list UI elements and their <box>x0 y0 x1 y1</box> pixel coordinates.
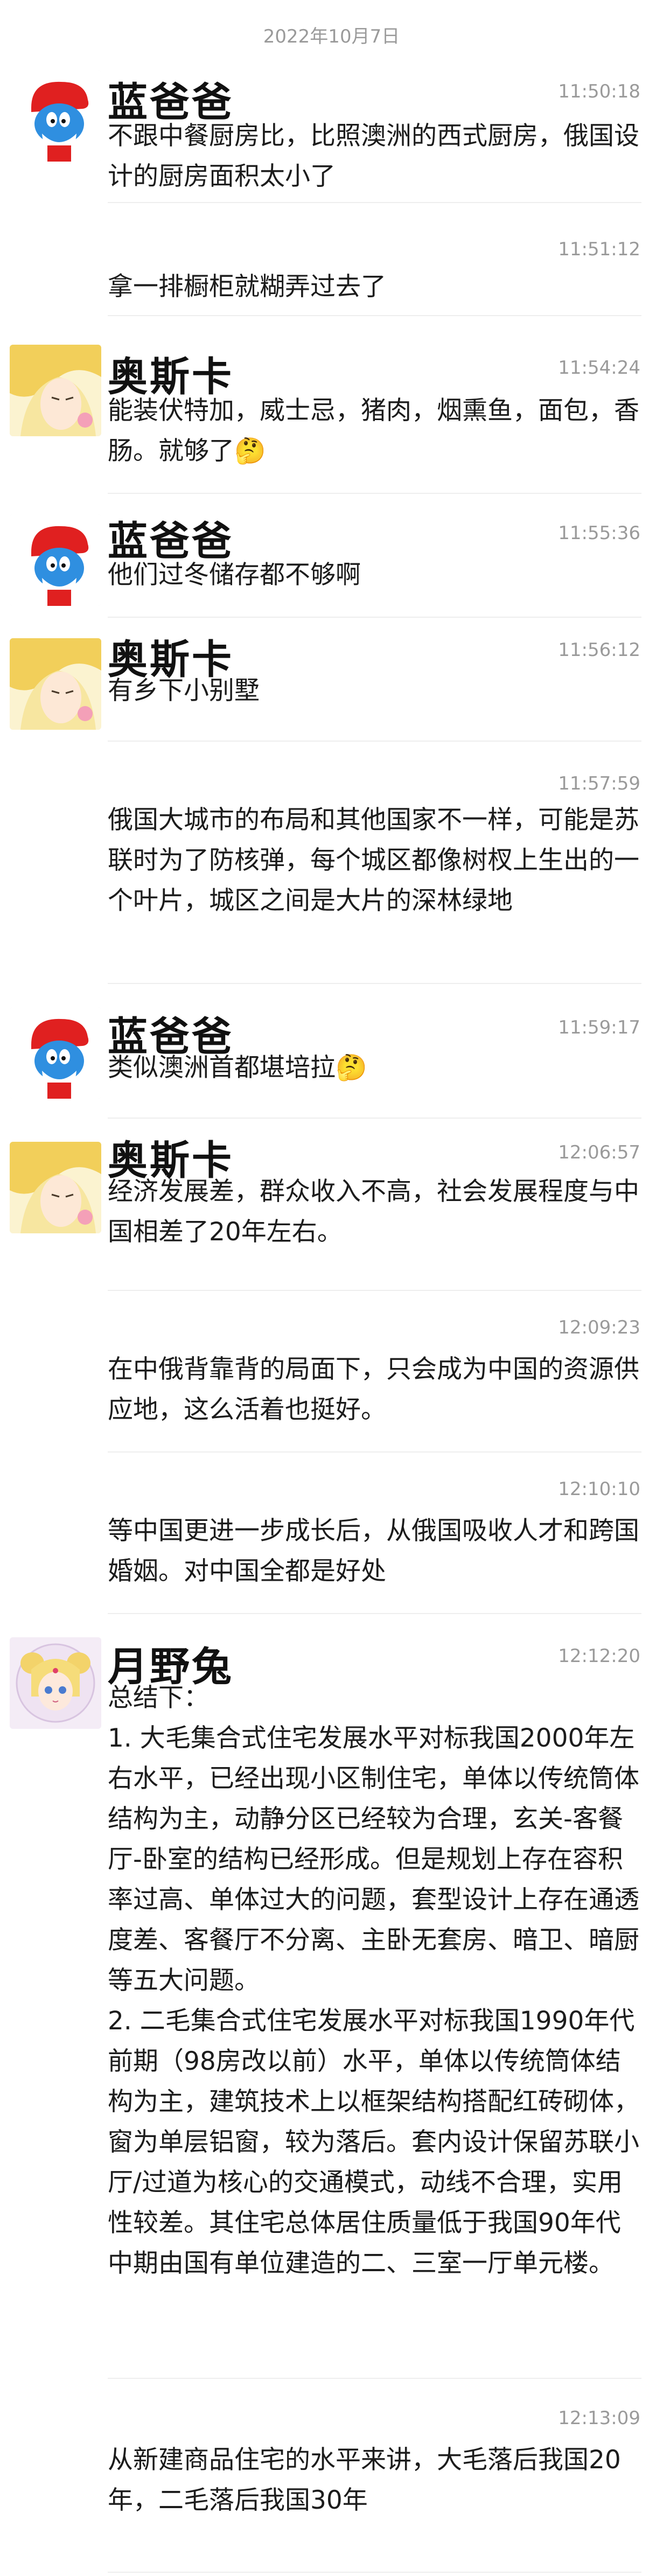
message-separator <box>108 617 641 618</box>
message-separator <box>108 1613 641 1614</box>
message-separator <box>108 315 641 316</box>
message-text[interactable]: 经济发展差，群众收入不高，社会发展程度与中国相差了20年左右。 <box>108 1171 641 1252</box>
message-time: 12:13:09 <box>558 2407 640 2429</box>
avatar-oscar[interactable] <box>10 1142 101 1233</box>
message-text[interactable]: 能装伏特加，威士忌，猪肉，烟熏鱼，面包，香肠。就够了🤔 <box>108 390 641 471</box>
smurf-avatar-icon <box>10 1007 101 1099</box>
chat-message[interactable]: 11:51:12 拿一排橱柜就糊弄过去了 <box>0 202 663 315</box>
message-text[interactable]: 不跟中餐厨房比，比照澳洲的西式厨房，俄国设计的厨房面积太小了 <box>108 116 641 197</box>
oscar-avatar-icon <box>10 1142 101 1233</box>
message-text[interactable]: 俄国大城市的布局和其他国家不一样，可能是苏联时为了防核弹，每个城区都像树杈上生出… <box>108 800 641 921</box>
message-time: 11:55:36 <box>558 522 640 544</box>
date-header: 2022年10月7日 <box>263 26 400 47</box>
message-separator <box>108 1290 641 1291</box>
avatar-smurf[interactable] <box>10 514 101 606</box>
chat-message[interactable]: 12:13:09 从新建商品住宅的水平来讲，大毛落后我国20年，二毛落后我国30… <box>0 2378 663 2576</box>
avatar-oscar[interactable] <box>10 345 101 436</box>
message-text[interactable]: 类似澳洲首都堪培拉🤔 <box>108 1048 641 1088</box>
message-time: 11:51:12 <box>558 239 640 260</box>
message-text[interactable]: 拿一排橱柜就糊弄过去了 <box>108 267 641 307</box>
chat-message[interactable]: 奥斯卡 12:06:57 经济发展差，群众收入不高，社会发展程度与中国相差了20… <box>0 1118 663 1290</box>
smurf-avatar-icon <box>10 70 101 162</box>
chat-history-page: 2022年10月7日 蓝爸爸 11:50:18 不跟中餐厨房比，比照澳洲的西式厨… <box>0 0 663 2576</box>
message-time: 12:12:20 <box>558 1645 640 1667</box>
chat-message[interactable]: 12:09:23 在中俄背靠背的局面下，只会成为中国的资源供应地，这么活着也挺好… <box>0 1290 663 1451</box>
message-time: 11:54:24 <box>558 357 640 379</box>
message-text[interactable]: 从新建商品住宅的水平来讲，大毛落后我国20年，二毛落后我国30年 <box>108 2440 641 2521</box>
message-text[interactable]: 在中俄背靠背的局面下，只会成为中国的资源供应地，这么活着也挺好。 <box>108 1349 641 1430</box>
chat-message[interactable]: 蓝爸爸 11:50:18 不跟中餐厨房比，比照澳洲的西式厨房，俄国设计的厨房面积… <box>0 57 663 202</box>
chat-message[interactable]: 奥斯卡 11:56:12 有乡下小别墅 <box>0 617 663 741</box>
message-separator <box>108 741 641 742</box>
message-time: 11:56:12 <box>558 639 640 661</box>
oscar-avatar-icon <box>10 345 101 436</box>
message-time: 11:57:59 <box>558 773 640 794</box>
chat-message[interactable]: 蓝爸爸 11:55:36 他们过冬储存都不够啊 <box>0 493 663 617</box>
avatar-smurf[interactable] <box>10 1007 101 1099</box>
message-text[interactable]: 总结下： 1. 大毛集合式住宅发展水平对标我国2000年左右水平，已经出现小区制… <box>108 1678 641 2284</box>
chat-message[interactable]: 11:57:59 俄国大城市的布局和其他国家不一样，可能是苏联时为了防核弹，每个… <box>0 741 663 983</box>
message-separator <box>108 983 641 984</box>
message-time: 12:10:10 <box>558 1478 640 1500</box>
chat-message[interactable]: 蓝爸爸 11:59:17 类似澳洲首都堪培拉🤔 <box>0 983 663 1118</box>
avatar-usagi[interactable] <box>10 1637 101 1729</box>
message-separator <box>108 2378 641 2379</box>
avatar-oscar[interactable] <box>10 638 101 730</box>
usagi-avatar-icon <box>10 1637 101 1729</box>
chat-message[interactable]: 12:10:10 等中国更进一步成长后，从俄国吸收人才和跨国婚姻。对中国全都是好… <box>0 1451 663 1613</box>
oscar-avatar-icon <box>10 638 101 730</box>
message-time: 11:50:18 <box>558 81 640 102</box>
message-separator <box>108 493 641 494</box>
chat-message[interactable]: 月野兔 12:12:20 总结下： 1. 大毛集合式住宅发展水平对标我国2000… <box>0 1613 663 2378</box>
chat-message[interactable]: 奥斯卡 11:54:24 能装伏特加，威士忌，猪肉，烟熏鱼，面包，香肠。就够了🤔 <box>0 315 663 493</box>
message-separator <box>108 1451 641 1453</box>
message-time: 12:09:23 <box>558 1317 640 1338</box>
message-time: 11:59:17 <box>558 1017 640 1038</box>
avatar-smurf[interactable] <box>10 70 101 162</box>
message-text[interactable]: 等中国更进一步成长后，从俄国吸收人才和跨国婚姻。对中国全都是好处 <box>108 1511 641 1591</box>
message-text[interactable]: 有乡下小别墅 <box>108 671 641 711</box>
message-separator <box>108 202 641 203</box>
message-separator <box>108 2572 641 2573</box>
smurf-avatar-icon <box>10 514 101 606</box>
message-text[interactable]: 他们过冬储存都不够啊 <box>108 555 641 595</box>
message-time: 12:06:57 <box>558 1142 640 1163</box>
message-separator <box>108 1118 641 1119</box>
